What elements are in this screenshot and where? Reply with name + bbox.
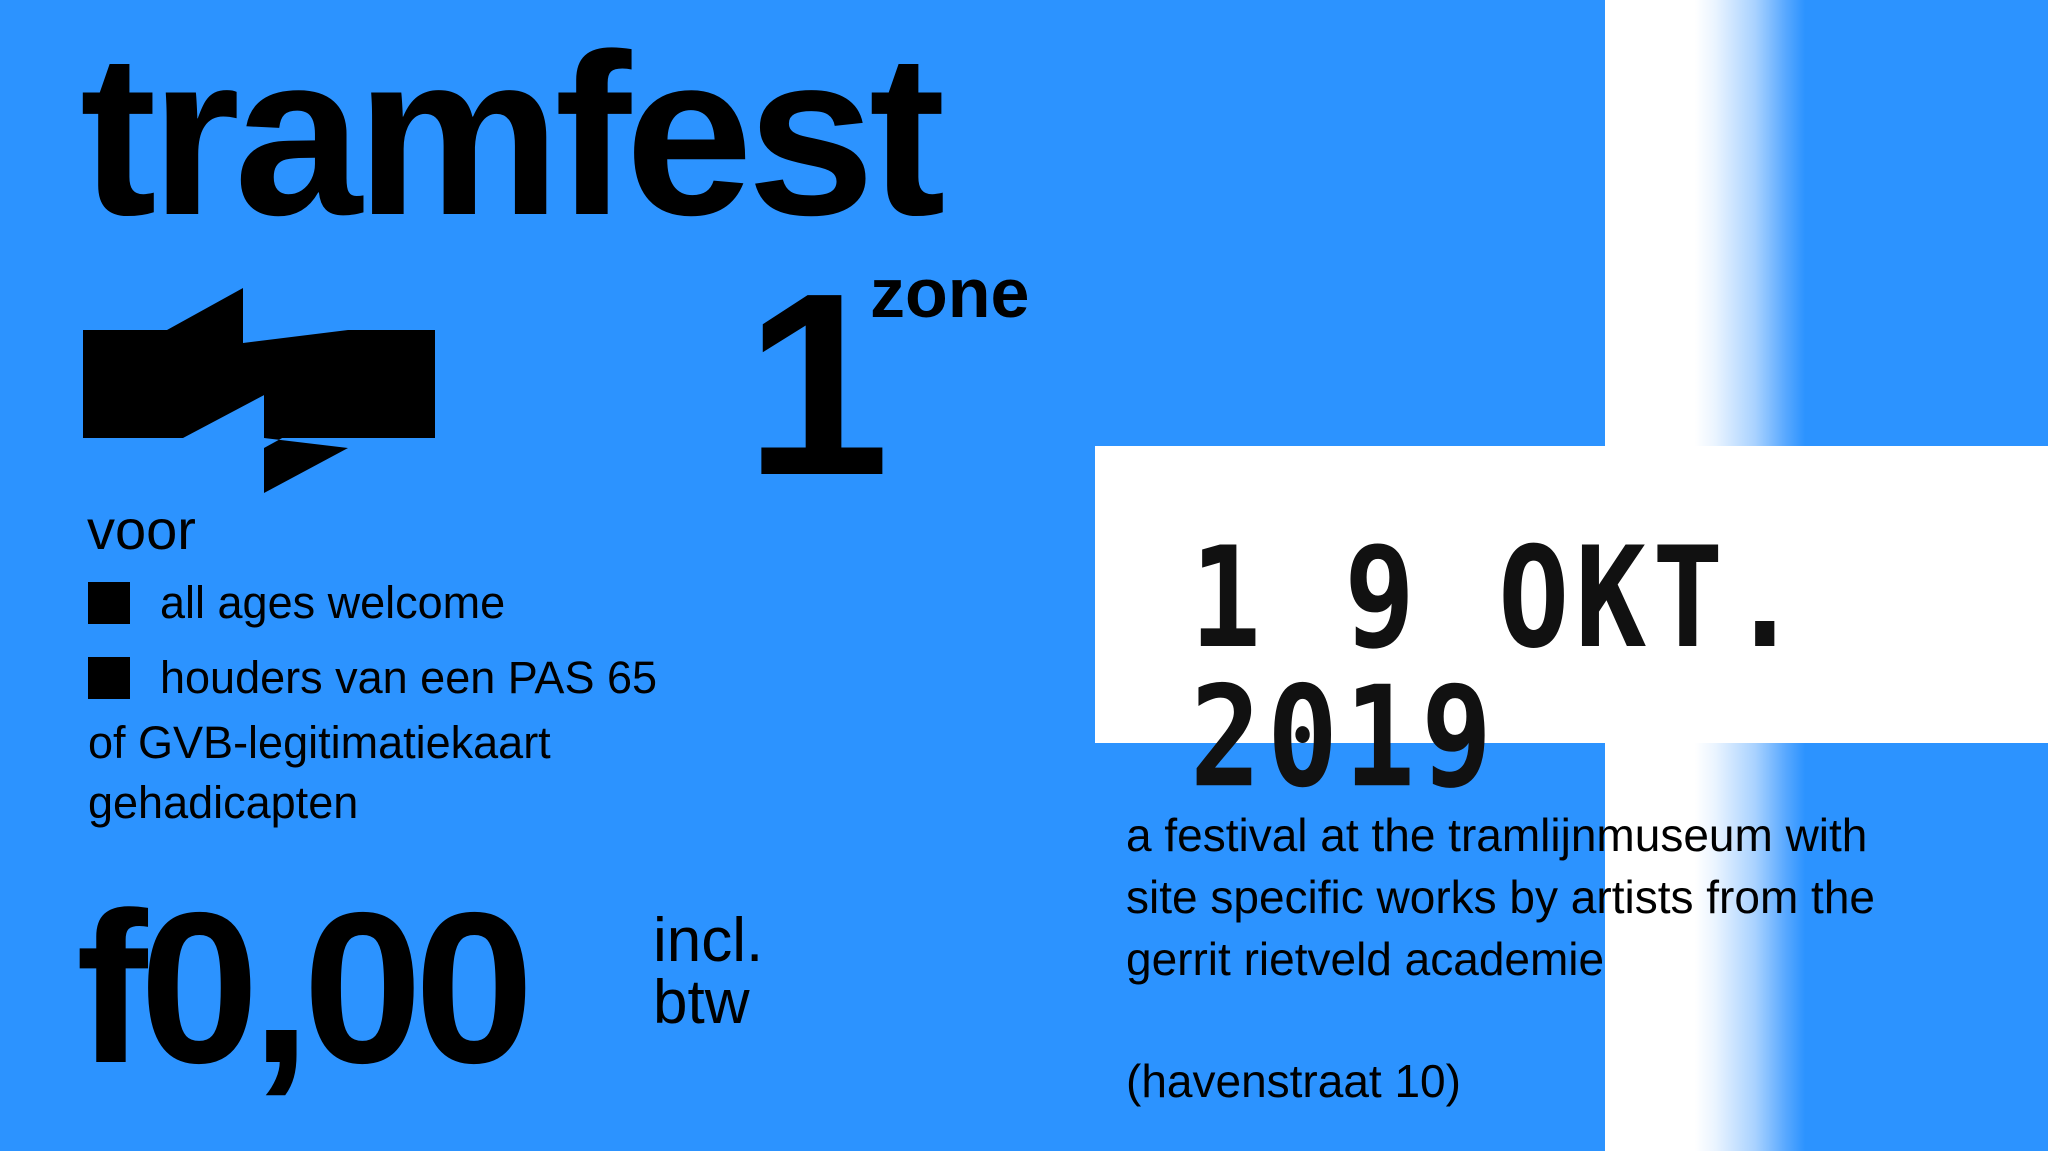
bullet-item: houders van een PAS 65 [88, 655, 657, 700]
zone-label: zone [870, 254, 1030, 332]
eligibility-line: of GVB-legitimatiekaart [88, 717, 551, 768]
vat-label: incl. [653, 906, 764, 975]
description-line: gerrit rietveld academie [1126, 933, 1605, 985]
address: (havenstraat 10) [1126, 1055, 1461, 1107]
square-bullet-icon [88, 581, 130, 624]
bullet-item: all ages welcome [88, 580, 505, 625]
ticket-title: tramfest [80, 6, 946, 263]
eligibility-line: gehadicapten [88, 777, 359, 828]
gvb-logo-icon [83, 288, 435, 498]
description-line: a festival at the tramlijnmuseum with [1126, 809, 1868, 861]
date-stamp: 1 9 OKT. 2019 [1190, 516, 1807, 819]
vat-label: btw [653, 968, 750, 1037]
bullet-text: all ages welcome [160, 577, 506, 628]
bullet-text: houders van een PAS 65 [160, 652, 658, 703]
description-line: site specific works by artists from the [1126, 871, 1875, 923]
zone-number: 1 [745, 240, 890, 530]
price: f0,00 [76, 867, 534, 1108]
voor-label: voor [87, 498, 196, 561]
square-bullet-icon [88, 656, 130, 699]
